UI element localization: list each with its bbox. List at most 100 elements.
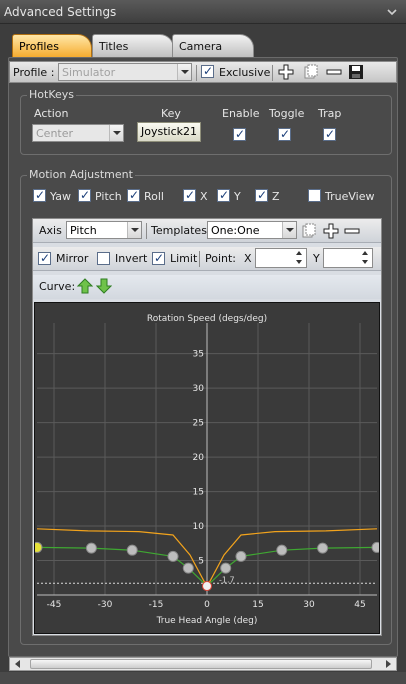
z-checkbox[interactable] [255, 188, 268, 202]
options-toolbar: Mirror Invert Limit Point: X Y [33, 247, 381, 271]
axis-select[interactable]: Pitch [66, 221, 142, 239]
curve-down-arrow-icon[interactable] [96, 278, 112, 294]
roll-label: Roll [144, 190, 164, 203]
y-tick-label: 15 [193, 488, 204, 498]
curve-point [167, 550, 179, 562]
y-tick-label: 25 [193, 419, 204, 429]
copy-icon[interactable] [301, 223, 317, 239]
profile-label: Profile : [13, 66, 55, 79]
curve-point [31, 541, 43, 553]
y-tick-label: 20 [193, 453, 205, 463]
yaw-label: Yaw [50, 190, 71, 203]
invert-label: Invert [115, 252, 148, 265]
templates-label: Templates [151, 224, 207, 237]
axis-toolbar: Axis Pitch Templates One:One [33, 219, 381, 243]
trueview-checkbox[interactable] [308, 189, 321, 202]
enable-header: Enable [222, 107, 260, 120]
annotation-label: -1.7 [219, 575, 235, 584]
x-tick-label: -30 [98, 600, 113, 610]
curve-point [182, 562, 194, 574]
point-label: Point: [205, 252, 237, 265]
trap-header: Trap [318, 107, 342, 120]
add-point-icon[interactable] [323, 223, 339, 239]
y-coord-label: Y [313, 252, 320, 265]
invert-checkbox[interactable] [97, 252, 110, 265]
spin-down-icon[interactable] [358, 258, 372, 267]
curve-point [371, 541, 383, 553]
x-tick-label: -15 [149, 600, 164, 610]
curve-up-arrow-icon[interactable] [77, 278, 93, 294]
response-curve-chart[interactable]: -45 -30 -15 0 15 30 45 5 10 15 20 25 30 35 Rotation Sp… [31, 302, 383, 634]
x-tick-label: 30 [303, 600, 315, 610]
y-checkbox[interactable] [217, 188, 230, 202]
toggle-checkbox[interactable] [278, 127, 291, 141]
curve-label: Curve: [39, 280, 76, 293]
trap-checkbox[interactable] [323, 127, 336, 141]
x-tick-label: 0 [204, 600, 210, 610]
copy-icon[interactable] [303, 64, 319, 80]
x-label: X [200, 190, 208, 203]
chart-canvas[interactable]: -45 -30 -15 0 15 30 45 5 10 15 20 25 30 35 Rotation Sp… [31, 303, 383, 633]
axis-label: Axis [39, 224, 62, 237]
spin-down-icon[interactable] [292, 258, 306, 267]
remove-icon[interactable] [326, 64, 342, 80]
chevron-down-icon [282, 222, 296, 238]
add-icon[interactable] [278, 64, 294, 80]
scrollbar-thumb[interactable] [30, 659, 372, 669]
templates-select[interactable]: One:One [207, 221, 297, 239]
key-button[interactable]: Joystick21 [137, 122, 201, 142]
curve-point [220, 562, 232, 574]
curve-point [126, 544, 138, 556]
y-label: Y [234, 190, 241, 203]
curve-point [276, 544, 288, 556]
motion-title: Motion Adjustment [27, 168, 135, 181]
y-tick-label: 35 [193, 350, 204, 360]
chevron-down-icon [177, 64, 191, 80]
x-tick-label: 45 [354, 600, 365, 610]
scroll-left-icon[interactable] [15, 660, 20, 668]
x-tick-label: -45 [47, 600, 62, 610]
collapse-chevron-icon[interactable] [386, 6, 398, 18]
curve-point [85, 542, 97, 554]
spin-up-icon[interactable] [292, 249, 306, 258]
x-checkbox[interactable] [183, 188, 196, 202]
trueview-label: TrueView [325, 190, 375, 203]
remove-point-icon[interactable] [344, 223, 360, 239]
bottom-bar [0, 672, 406, 684]
mirror-label: Mirror [56, 252, 89, 265]
window-title: Advanced Settings [4, 5, 117, 19]
yaw-checkbox[interactable] [33, 188, 46, 202]
tab-camera[interactable]: Camera [172, 34, 254, 58]
exclusive-label: Exclusive [219, 66, 271, 79]
enable-checkbox[interactable] [233, 127, 246, 141]
mirror-checkbox[interactable] [38, 251, 51, 265]
limit-label: Limit [170, 252, 198, 265]
y-axis-title: Rotation Speed (degs/deg) [147, 314, 267, 324]
y-tick-label: 10 [193, 522, 205, 532]
roll-checkbox[interactable] [127, 188, 140, 202]
save-icon[interactable] [348, 64, 364, 80]
key-header: Key [161, 107, 181, 120]
y-tick-label: 30 [193, 384, 205, 394]
z-label: Z [272, 190, 280, 203]
toggle-header: Toggle [269, 107, 305, 120]
tab-profiles[interactable]: Profiles [12, 34, 92, 58]
curve-point [317, 542, 329, 554]
chevron-down-icon [127, 222, 141, 238]
y-coord-spinner[interactable] [323, 248, 373, 268]
action-header: Action [34, 107, 69, 120]
tab-titles[interactable]: Titles [92, 34, 174, 58]
spin-up-icon[interactable] [358, 249, 372, 258]
action-select[interactable]: Center [32, 124, 124, 142]
limit-checkbox[interactable] [152, 251, 165, 265]
x-coord-spinner[interactable] [255, 248, 307, 268]
pitch-label: Pitch [95, 190, 122, 203]
scroll-right-icon[interactable] [386, 660, 391, 668]
x-coord-label: X [244, 252, 252, 265]
pitch-checkbox[interactable] [78, 188, 91, 202]
profile-select[interactable]: Simulator [58, 63, 192, 81]
profile-toolbar: Profile : Simulator Exclusive [9, 61, 397, 83]
x-axis-title: True Head Angle (deg) [156, 616, 258, 626]
exclusive-checkbox[interactable] [201, 64, 214, 78]
horizontal-scrollbar[interactable] [9, 657, 397, 671]
